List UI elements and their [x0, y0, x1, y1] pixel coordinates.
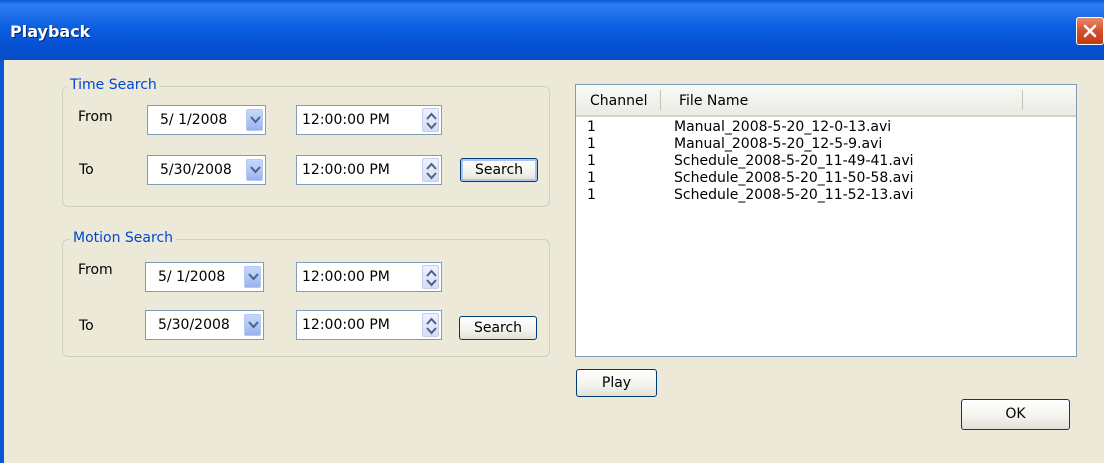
motion-to-date-picker[interactable]: 5/30/2008: [145, 310, 264, 340]
time-from-label: From: [78, 109, 113, 125]
list-item[interactable]: 1 Manual_2008-5-20_12-0-13.avi: [576, 119, 1076, 136]
time-from-date-value: 5/ 1/2008: [160, 112, 228, 128]
motion-search-label: Motion Search: [70, 230, 177, 246]
motion-from-date-value: 5/ 1/2008: [158, 269, 226, 285]
column-header-channel[interactable]: Channel: [590, 93, 647, 109]
title-bar[interactable]: Playback: [0, 0, 1104, 60]
file-list-header: Channel File Name: [576, 85, 1076, 117]
spin-updown-icon: [426, 162, 437, 180]
spin-updown-icon: [426, 317, 437, 335]
motion-to-date-value: 5/30/2008: [158, 317, 230, 333]
motion-from-time-spinner[interactable]: [422, 265, 439, 289]
time-to-label: To: [79, 162, 94, 178]
time-search-button[interactable]: Search: [460, 158, 538, 182]
window-frame-left: [0, 60, 4, 463]
channel-cell: 1: [587, 153, 596, 169]
motion-to-time-spinner[interactable]: [422, 313, 439, 337]
chevron-down-icon: [250, 166, 261, 174]
file-list[interactable]: Channel File Name 1 Manual_2008-5-20_12-0…: [575, 84, 1077, 357]
time-from-time-field[interactable]: 12:00:00 PM: [296, 105, 442, 135]
motion-from-date-dropdown[interactable]: [244, 266, 261, 288]
channel-cell: 1: [587, 170, 596, 186]
time-from-time-value: 12:00:00 PM: [302, 112, 390, 128]
channel-cell: 1: [587, 136, 596, 152]
channel-cell: 1: [587, 119, 596, 135]
file-name-cell: Schedule_2008-5-20_11-50-58.avi: [674, 170, 914, 186]
time-to-time-spinner[interactable]: [422, 158, 439, 182]
time-search-label: Time Search: [67, 77, 160, 93]
list-item[interactable]: 1 Schedule_2008-5-20_11-52-13.avi: [576, 187, 1076, 204]
chevron-down-icon: [248, 321, 259, 329]
channel-cell: 1: [587, 187, 596, 203]
time-from-time-spinner[interactable]: [422, 108, 439, 132]
spin-updown-icon: [426, 112, 437, 130]
list-item[interactable]: 1 Schedule_2008-5-20_11-49-41.avi: [576, 153, 1076, 170]
time-from-date-picker[interactable]: 5/ 1/2008: [147, 105, 266, 135]
time-to-time-field[interactable]: 12:00:00 PM: [296, 155, 442, 185]
motion-from-time-value: 12:00:00 PM: [302, 269, 390, 285]
motion-to-label: To: [79, 318, 94, 334]
column-divider[interactable]: [660, 90, 661, 110]
time-to-date-picker[interactable]: 5/30/2008: [147, 155, 266, 185]
ok-button[interactable]: OK: [961, 399, 1070, 430]
playback-window: Playback Time Search From 5/ 1/2008 12:0…: [0, 0, 1104, 463]
time-to-date-value: 5/30/2008: [160, 162, 232, 178]
motion-from-date-picker[interactable]: 5/ 1/2008: [145, 262, 264, 292]
motion-to-time-value: 12:00:00 PM: [302, 317, 390, 333]
file-name-cell: Schedule_2008-5-20_11-49-41.avi: [674, 153, 914, 169]
spin-updown-icon: [426, 269, 437, 287]
motion-search-button[interactable]: Search: [459, 316, 537, 340]
time-from-date-dropdown[interactable]: [246, 109, 263, 131]
motion-to-date-dropdown[interactable]: [244, 314, 261, 336]
file-name-cell: Manual_2008-5-20_12-5-9.avi: [674, 136, 883, 152]
column-header-file-name[interactable]: File Name: [679, 93, 748, 109]
time-to-date-dropdown[interactable]: [246, 159, 263, 181]
list-item[interactable]: 1 Schedule_2008-5-20_11-50-58.avi: [576, 170, 1076, 187]
close-icon: [1083, 24, 1097, 38]
motion-from-time-field[interactable]: 12:00:00 PM: [296, 262, 442, 292]
motion-from-label: From: [78, 262, 113, 278]
column-divider[interactable]: [1022, 90, 1023, 110]
chevron-down-icon: [250, 116, 261, 124]
chevron-down-icon: [248, 273, 259, 281]
file-name-cell: Manual_2008-5-20_12-0-13.avi: [674, 119, 892, 135]
motion-to-time-field[interactable]: 12:00:00 PM: [296, 310, 442, 340]
close-button[interactable]: [1076, 17, 1104, 45]
play-button[interactable]: Play: [576, 369, 657, 397]
file-name-cell: Schedule_2008-5-20_11-52-13.avi: [674, 187, 914, 203]
time-to-time-value: 12:00:00 PM: [302, 162, 390, 178]
list-item[interactable]: 1 Manual_2008-5-20_12-5-9.avi: [576, 136, 1076, 153]
window-title: Playback: [10, 22, 91, 41]
